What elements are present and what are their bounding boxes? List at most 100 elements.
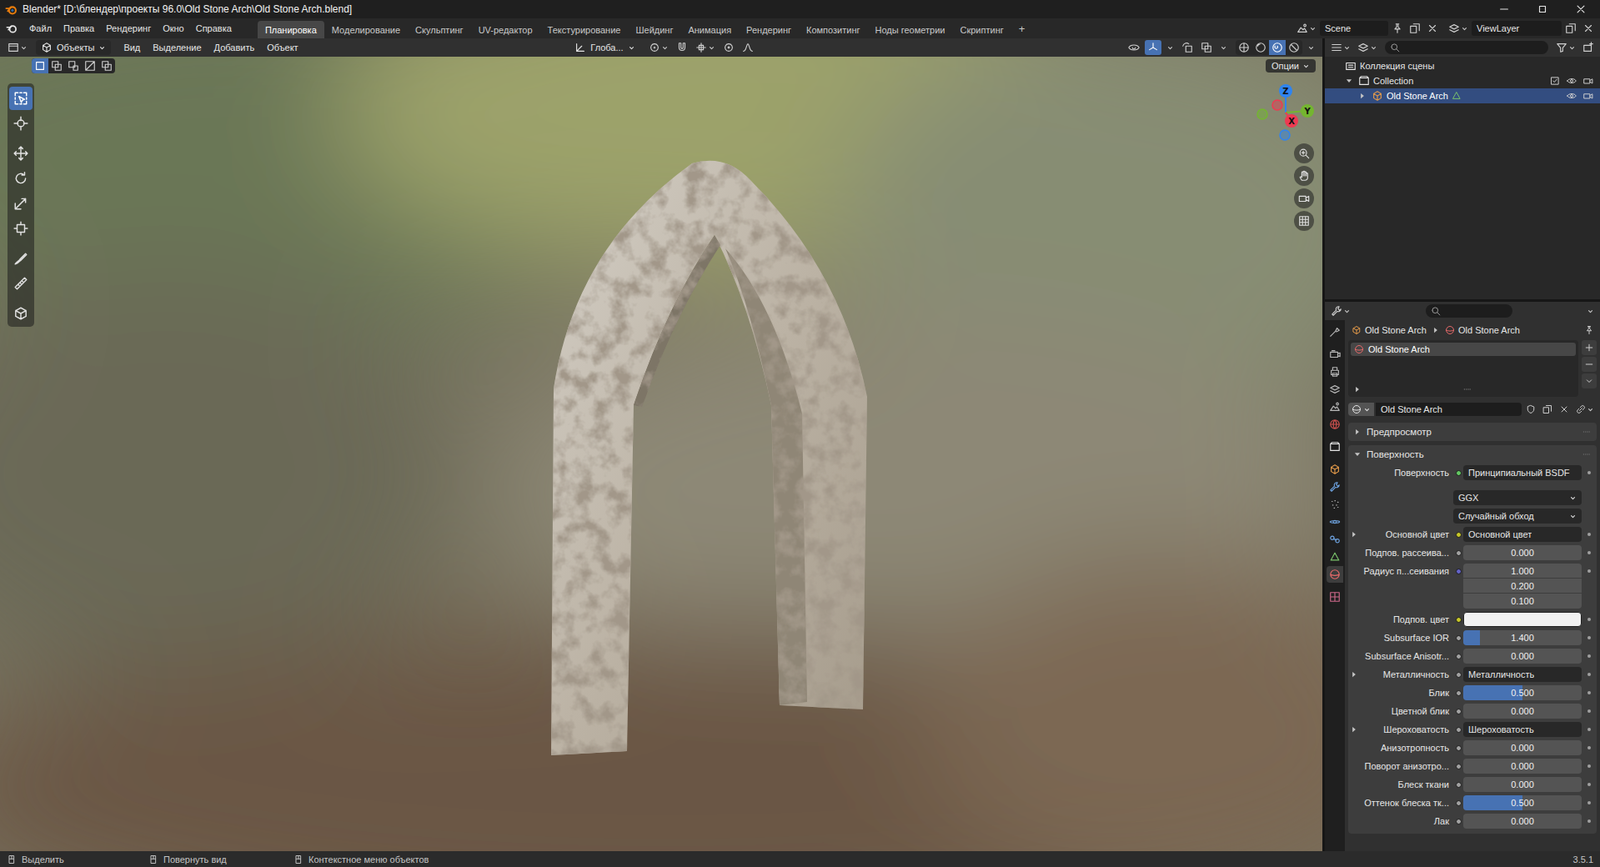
tool-button[interactable] xyxy=(9,301,33,326)
properties-tab[interactable] xyxy=(1326,416,1344,433)
viewport-menu[interactable]: Добавить xyxy=(209,40,261,55)
pan-button[interactable] xyxy=(1294,165,1315,186)
toggle-options-button[interactable] xyxy=(1217,42,1230,54)
socket-dot-icon[interactable] xyxy=(1455,470,1462,477)
viewport-canvas[interactable]: Опции ZYX xyxy=(0,56,1323,852)
snap-button[interactable] xyxy=(673,40,691,56)
keyframe-decorator[interactable] xyxy=(1581,777,1597,793)
unlink-material-button[interactable] xyxy=(1556,402,1572,417)
shading-options-button[interactable] xyxy=(1304,42,1318,54)
scene-new-button[interactable] xyxy=(1406,20,1424,36)
properties-tab[interactable] xyxy=(1326,438,1344,456)
shading-mode-button[interactable] xyxy=(1252,40,1269,56)
pin-button[interactable] xyxy=(1581,323,1597,337)
material-browse-button[interactable] xyxy=(1348,402,1375,417)
gizmo-axis[interactable] xyxy=(1300,104,1315,118)
shading-mode-button[interactable] xyxy=(1235,40,1253,56)
render-toggle[interactable] xyxy=(1581,90,1595,101)
property-dropdown[interactable]: Случайный обход xyxy=(1453,508,1582,524)
properties-tab[interactable] xyxy=(1326,531,1344,548)
keyframe-decorator[interactable] xyxy=(1581,526,1597,542)
socket-dot-icon[interactable] xyxy=(1455,568,1462,575)
socket-dot-icon[interactable] xyxy=(1455,690,1462,697)
workspace-tab[interactable]: Рендеринг xyxy=(738,20,799,39)
tool-button[interactable] xyxy=(9,191,33,216)
socket-dot-icon[interactable] xyxy=(1455,616,1462,623)
expand-arrow-icon[interactable] xyxy=(1344,76,1354,86)
select-mode-button[interactable] xyxy=(31,58,49,74)
tool-button[interactable] xyxy=(9,141,33,166)
socket-dot-icon[interactable] xyxy=(1455,818,1462,825)
shading-mode-button[interactable] xyxy=(1268,40,1286,56)
number-field[interactable]: 0.000 xyxy=(1463,648,1582,664)
linked-node-field[interactable]: Принципиальный BSDF xyxy=(1463,465,1582,481)
number-field[interactable]: 1.400 xyxy=(1463,630,1582,646)
viewport-toggle[interactable] xyxy=(1198,40,1215,56)
outliner-row[interactable]: Коллекция сцены xyxy=(1324,58,1600,74)
viewport-menu[interactable]: Выделение xyxy=(147,40,206,55)
socket-dot-icon[interactable] xyxy=(1455,653,1462,660)
add-slot-button[interactable] xyxy=(1581,340,1597,356)
viewport-toggle[interactable] xyxy=(1178,40,1196,56)
number-field[interactable]: 0.500 xyxy=(1463,795,1582,811)
properties-tab[interactable] xyxy=(1326,461,1344,478)
keyframe-decorator[interactable] xyxy=(1581,648,1597,664)
outliner-row[interactable]: Collection xyxy=(1324,73,1600,89)
link-mode-button[interactable] xyxy=(1573,402,1597,417)
socket-dot-icon[interactable] xyxy=(1455,800,1462,807)
viewport-toggle[interactable] xyxy=(1125,40,1143,56)
expand-arrow-icon[interactable] xyxy=(1353,427,1362,437)
gizmo-axis[interactable] xyxy=(1278,84,1293,98)
visibility-toggle[interactable] xyxy=(1564,75,1579,86)
socket-dot-icon[interactable] xyxy=(1455,635,1462,642)
select-mode-button[interactable] xyxy=(48,58,66,74)
keyframe-decorator[interactable] xyxy=(1581,545,1597,561)
socket-dot-icon[interactable] xyxy=(1455,727,1462,733)
view-layer-name-field[interactable]: ViewLayer xyxy=(1471,20,1562,36)
new-collection-button[interactable] xyxy=(1579,40,1597,56)
tool-button[interactable] xyxy=(9,166,33,191)
expand-arrow-icon[interactable] xyxy=(1349,530,1359,539)
socket-dot-icon[interactable] xyxy=(1455,531,1462,538)
number-field[interactable]: 0.000 xyxy=(1463,813,1582,829)
vector-component[interactable]: 1.000 xyxy=(1463,563,1582,579)
number-field[interactable]: 0.000 xyxy=(1463,703,1582,719)
expand-arrow-icon[interactable] xyxy=(1349,670,1359,679)
menu-item[interactable]: Файл xyxy=(23,20,58,37)
workspace-tab[interactable]: Анимация xyxy=(680,20,739,39)
linked-node-field[interactable]: Шероховатость xyxy=(1463,722,1582,738)
number-field[interactable]: 0.000 xyxy=(1463,758,1582,774)
visibility-toggle[interactable] xyxy=(1564,90,1579,101)
ortho-toggle-button[interactable] xyxy=(1294,210,1315,231)
scene-delete-button[interactable] xyxy=(1424,20,1441,36)
properties-search[interactable] xyxy=(1425,304,1513,318)
viewport-menu[interactable]: Вид xyxy=(118,40,146,55)
add-workspace-button[interactable]: + xyxy=(1011,19,1034,39)
workspace-tab[interactable]: Ноды геометрии xyxy=(867,20,953,39)
tool-button[interactable] xyxy=(9,86,33,111)
outliner-row[interactable]: Old Stone Arch xyxy=(1324,88,1600,104)
workspace-tab[interactable]: Текстурирование xyxy=(540,20,629,39)
workspace-tab[interactable]: Композитинг xyxy=(798,20,868,39)
navigation-gizmo[interactable]: ZYX xyxy=(1252,79,1320,146)
socket-dot-icon[interactable] xyxy=(1455,708,1462,715)
expand-arrow-icon[interactable] xyxy=(1353,450,1362,459)
properties-options-button[interactable] xyxy=(1584,305,1597,317)
close-button[interactable] xyxy=(1561,0,1600,19)
gizmo-negative-axis[interactable] xyxy=(1279,130,1290,141)
workspace-tab[interactable]: Скульптинг xyxy=(407,20,472,39)
expand-arrow-icon[interactable] xyxy=(1358,91,1367,101)
properties-tab[interactable] xyxy=(1326,566,1344,583)
view-layer-browse-button[interactable] xyxy=(1445,20,1471,36)
number-field[interactable]: 0.000 xyxy=(1463,777,1582,793)
shading-mode-button[interactable] xyxy=(1285,40,1303,56)
properties-tab[interactable] xyxy=(1326,398,1344,416)
workspace-tab[interactable]: Скриптинг xyxy=(952,20,1012,39)
expand-arrow-icon[interactable] xyxy=(1431,326,1440,335)
socket-dot-icon[interactable] xyxy=(1455,763,1462,770)
keyframe-decorator[interactable] xyxy=(1581,703,1597,719)
material-name-field[interactable]: Old Stone Arch xyxy=(1375,402,1522,417)
outliner-search[interactable] xyxy=(1384,40,1549,55)
maximize-button[interactable] xyxy=(1523,0,1562,19)
properties-tab[interactable] xyxy=(1326,548,1344,566)
